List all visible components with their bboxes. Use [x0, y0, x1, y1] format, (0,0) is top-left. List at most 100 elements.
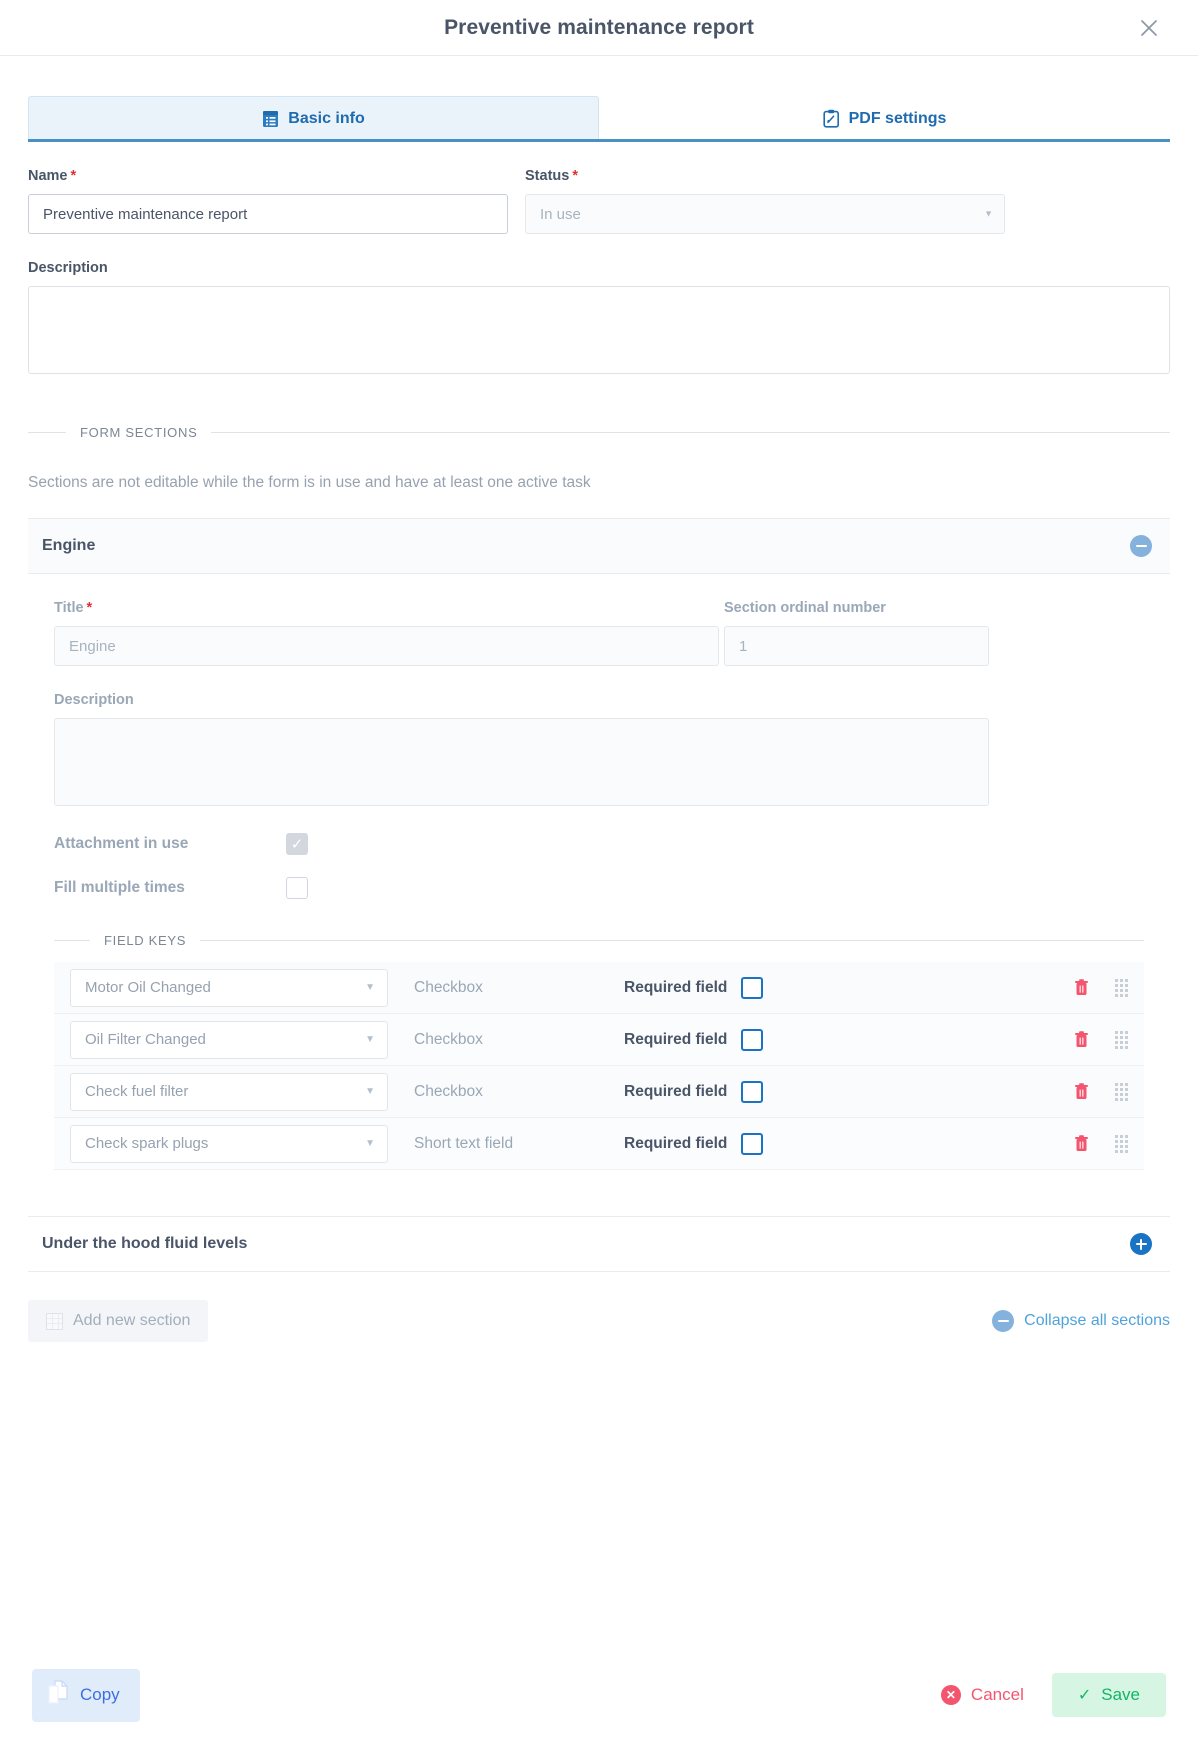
cancel-button[interactable]: ✕ Cancel	[937, 1675, 1028, 1715]
save-label: Save	[1101, 1685, 1140, 1704]
field-type-label: Checkbox	[414, 1030, 483, 1048]
row-actions	[1074, 1134, 1128, 1153]
footer-right-actions: ✕ Cancel ✓ Save	[937, 1673, 1166, 1717]
required-field-label: Required field	[624, 1030, 728, 1048]
section-title-input[interactable]	[54, 626, 719, 666]
legend-dash-left	[54, 940, 90, 941]
fill-multiple-times-row: Fill multiple times	[54, 877, 1144, 899]
field-type-label: Short text field	[414, 1134, 514, 1152]
required-field-label: Required field	[624, 1082, 728, 1100]
description-label: Description	[28, 260, 108, 276]
check-icon: ✓	[1077, 1687, 1092, 1704]
field-key-select[interactable]: Oil Filter Changed ▼	[70, 1020, 388, 1059]
section-description-label: Description	[54, 692, 134, 708]
trash-icon[interactable]	[1074, 1031, 1089, 1048]
dialog-content: Name* Status* ▼ Description FORM SECTION…	[0, 142, 1198, 1342]
check-icon: ✓	[290, 835, 304, 853]
trash-icon[interactable]	[1074, 1135, 1089, 1152]
copy-label: Copy	[80, 1685, 120, 1704]
close-circle-icon: ✕	[940, 1685, 961, 1705]
chevron-down-icon: ▼	[365, 982, 375, 993]
form-sections-legend-label: FORM SECTIONS	[80, 425, 198, 440]
trash-icon[interactable]	[1074, 1083, 1089, 1100]
status-select[interactable]	[525, 194, 1005, 234]
section-ordinal-input[interactable]	[724, 626, 989, 666]
dialog-footer: Copy ✕ Cancel ✓ Save	[0, 1636, 1198, 1754]
table-row: Check spark plugs ▼ Short text field Req…	[54, 1118, 1144, 1170]
table-row: Oil Filter Changed ▼ Checkbox Required f…	[54, 1014, 1144, 1066]
field-keys-legend-label: FIELD KEYS	[104, 933, 187, 948]
description-textarea[interactable]	[28, 286, 1170, 374]
section-engine-title: Engine	[42, 537, 96, 554]
copy-button[interactable]: Copy	[32, 1668, 140, 1722]
description-field-group: Description	[28, 260, 1170, 379]
minus-circle-icon	[992, 1310, 1015, 1332]
section-title-group: Title *	[54, 600, 719, 666]
field-type-label: Checkbox	[414, 978, 483, 996]
drag-handle-icon[interactable]	[1115, 1030, 1128, 1049]
field-keys-list: Motor Oil Changed ▼ Checkbox Required fi…	[54, 962, 1144, 1170]
add-new-section-button[interactable]: Add new section	[28, 1300, 209, 1342]
attachment-in-use-checkbox[interactable]: ✓	[286, 833, 308, 855]
save-button[interactable]: ✓ Save	[1051, 1673, 1166, 1717]
row-actions	[1074, 978, 1128, 997]
section-title-ordinal-row: Title* Section ordinal number	[54, 574, 1144, 666]
required-field-checkbox[interactable]	[741, 1132, 764, 1155]
fill-multiple-times-checkbox[interactable]	[286, 877, 308, 899]
close-icon[interactable]	[1136, 15, 1162, 41]
section-description-textarea[interactable]	[54, 718, 989, 806]
required-field-checkbox[interactable]	[741, 976, 764, 999]
row-actions	[1074, 1030, 1128, 1049]
clipboard-edit-icon	[822, 109, 840, 128]
trash-icon[interactable]	[1074, 979, 1089, 996]
plus-circle-icon[interactable]	[1130, 1233, 1152, 1255]
drag-handle-icon[interactable]	[1115, 1134, 1128, 1153]
name-label: Name *	[28, 168, 77, 184]
required-star: *	[572, 168, 578, 184]
field-keys-legend: FIELD KEYS	[54, 933, 1144, 948]
row-actions	[1074, 1082, 1128, 1101]
legend-dash-right	[200, 940, 1144, 941]
section-under-the-hood-fluid-levels-title: Under the hood fluid levels	[42, 1235, 248, 1252]
field-key-select[interactable]: Check spark plugs ▼	[70, 1124, 388, 1163]
tab-pdf-settings[interactable]: PDF settings	[599, 96, 1170, 139]
dialog-tabs: Basic info PDF settings	[28, 96, 1170, 142]
tab-basic-info[interactable]: Basic info	[28, 96, 599, 139]
status-label: Status *	[525, 168, 578, 184]
collapse-all-sections-label: Collapse all sections	[1024, 1312, 1170, 1329]
field-key-select[interactable]: Motor Oil Changed ▼	[70, 968, 388, 1007]
required-star: *	[70, 168, 77, 184]
section-ordinal-group: Section ordinal number	[724, 600, 989, 666]
required-field-checkbox[interactable]	[741, 1028, 764, 1051]
section-engine: Engine Title* Section ordinal number Des…	[28, 518, 1170, 1170]
cancel-label: Cancel	[970, 1685, 1024, 1704]
section-description-group: Description	[54, 692, 989, 811]
copy-icon	[46, 1679, 70, 1711]
field-type-label: Checkbox	[414, 1082, 483, 1100]
minus-circle-icon[interactable]	[1130, 535, 1152, 557]
name-input[interactable]	[28, 194, 508, 234]
section-engine-header[interactable]: Engine	[28, 518, 1170, 574]
chevron-down-icon: ▼	[365, 1138, 375, 1149]
field-key-select[interactable]: Check fuel filter ▼	[70, 1072, 388, 1111]
drag-handle-icon[interactable]	[1115, 978, 1128, 997]
collapse-all-sections-button[interactable]: Collapse all sections	[992, 1310, 1170, 1332]
section-ordinal-label: Section ordinal number	[724, 600, 886, 616]
status-select-wrap: ▼	[525, 194, 1005, 234]
legend-dash-right	[211, 432, 1170, 433]
page-title: Preventive maintenance report	[444, 15, 754, 39]
section-engine-body: Title* Section ordinal number Descriptio…	[28, 574, 1170, 1170]
name-status-row: Name* Status* ▼	[28, 142, 1170, 234]
field-key-value: Check fuel filter	[85, 1083, 189, 1100]
attachment-in-use-label: Attachment in use	[54, 835, 189, 852]
tab-basic-info-label: Basic info	[288, 109, 365, 127]
attachment-in-use-row: Attachment in use ✓	[54, 833, 1144, 855]
drag-handle-icon[interactable]	[1115, 1082, 1128, 1101]
table-row: Check fuel filter ▼ Checkbox Required fi…	[54, 1066, 1144, 1118]
add-new-section-label: Add new section	[73, 1312, 191, 1329]
section-title-label: Title *	[54, 600, 93, 616]
section-under-the-hood-fluid-levels[interactable]: Under the hood fluid levels	[28, 1216, 1170, 1272]
required-field-checkbox[interactable]	[741, 1080, 764, 1103]
tab-pdf-settings-label: PDF settings	[848, 109, 947, 127]
table-row: Motor Oil Changed ▼ Checkbox Required fi…	[54, 962, 1144, 1014]
